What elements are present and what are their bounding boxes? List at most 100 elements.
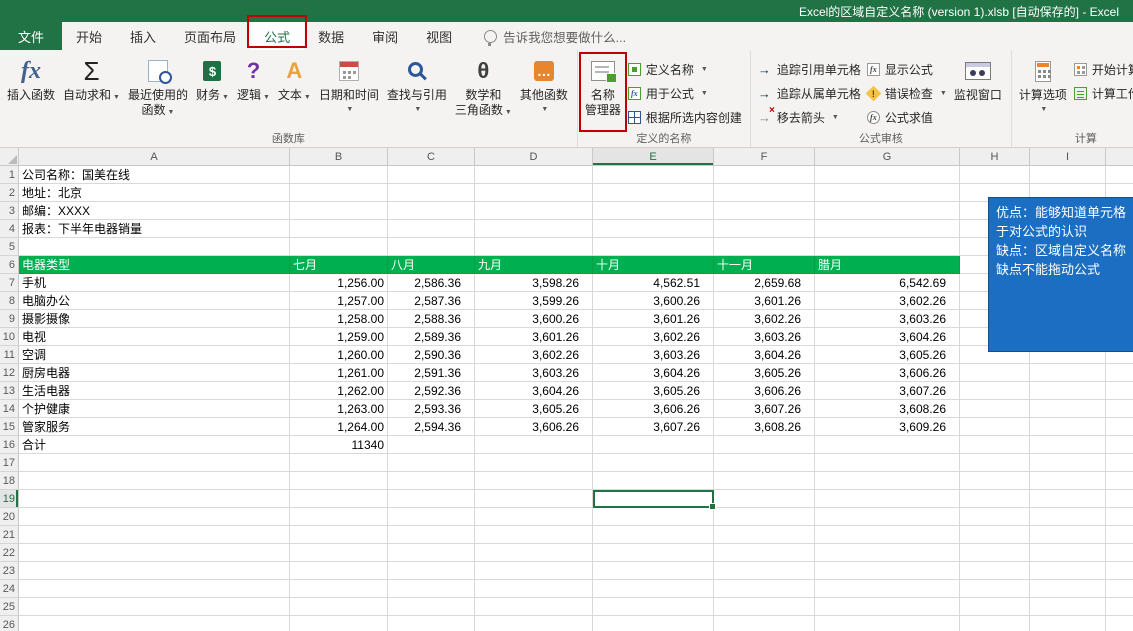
- cell-H16[interactable]: [960, 436, 1030, 454]
- row-header-20[interactable]: 20: [0, 508, 19, 526]
- cell-I17[interactable]: [1030, 454, 1106, 472]
- cell-E25[interactable]: [593, 598, 714, 616]
- cell-I18[interactable]: [1030, 472, 1106, 490]
- cell-I12[interactable]: [1030, 364, 1106, 382]
- cell-G12[interactable]: 3,606.26: [815, 364, 960, 382]
- cell-G17[interactable]: [815, 454, 960, 472]
- cell-C23[interactable]: [388, 562, 475, 580]
- cell-B26[interactable]: [290, 616, 388, 631]
- active-cell[interactable]: [593, 490, 716, 510]
- cell-D20[interactable]: [475, 508, 593, 526]
- row-header-3[interactable]: 3: [0, 202, 19, 220]
- cell-H26[interactable]: [960, 616, 1030, 631]
- cell-F9[interactable]: 3,602.26: [714, 310, 815, 328]
- cell-B2[interactable]: [290, 184, 388, 202]
- cell-G4[interactable]: [815, 220, 960, 238]
- cell-J22[interactable]: [1106, 544, 1133, 562]
- tab-插入[interactable]: 插入: [116, 22, 170, 50]
- cell-G25[interactable]: [815, 598, 960, 616]
- cell-J21[interactable]: [1106, 526, 1133, 544]
- cell-D13[interactable]: 3,604.26: [475, 382, 593, 400]
- cell-E7[interactable]: 4,562.51: [593, 274, 714, 292]
- cell-I26[interactable]: [1030, 616, 1106, 631]
- cell-B12[interactable]: 1,261.00: [290, 364, 388, 382]
- cell-F24[interactable]: [714, 580, 815, 598]
- cell-D18[interactable]: [475, 472, 593, 490]
- row-header-9[interactable]: 9: [0, 310, 19, 328]
- cell-F11[interactable]: 3,604.26: [714, 346, 815, 364]
- cell-A2[interactable]: 地址：北京: [19, 184, 290, 202]
- cell-J23[interactable]: [1106, 562, 1133, 580]
- cell-A8[interactable]: 电脑办公: [19, 292, 290, 310]
- cell-C1[interactable]: [388, 166, 475, 184]
- cell-J1[interactable]: [1106, 166, 1133, 184]
- cell-G5[interactable]: [815, 238, 960, 256]
- cell-F2[interactable]: [714, 184, 815, 202]
- cell-I15[interactable]: [1030, 418, 1106, 436]
- cell-A4[interactable]: 报表：下半年电器销量: [19, 220, 290, 238]
- cell-J17[interactable]: [1106, 454, 1133, 472]
- math-trig-button[interactable]: θ 数学和 三角函数 ▼: [451, 52, 516, 131]
- cell-G18[interactable]: [815, 472, 960, 490]
- cell-G13[interactable]: 3,607.26: [815, 382, 960, 400]
- cell-F26[interactable]: [714, 616, 815, 631]
- cell-D12[interactable]: 3,603.26: [475, 364, 593, 382]
- cell-A17[interactable]: [19, 454, 290, 472]
- cell-B8[interactable]: 1,257.00: [290, 292, 388, 310]
- cell-D15[interactable]: 3,606.26: [475, 418, 593, 436]
- cell-E18[interactable]: [593, 472, 714, 490]
- cell-H21[interactable]: [960, 526, 1030, 544]
- cell-I19[interactable]: [1030, 490, 1106, 508]
- row-header-15[interactable]: 15: [0, 418, 19, 436]
- cell-F25[interactable]: [714, 598, 815, 616]
- row-header-6[interactable]: 6: [0, 256, 19, 274]
- cell-D22[interactable]: [475, 544, 593, 562]
- cell-F8[interactable]: 3,601.26: [714, 292, 815, 310]
- cell-D26[interactable]: [475, 616, 593, 631]
- cell-B14[interactable]: 1,263.00: [290, 400, 388, 418]
- cell-B3[interactable]: [290, 202, 388, 220]
- cell-G21[interactable]: [815, 526, 960, 544]
- note-box[interactable]: 优点：能够知道单元格 于对公式的认识 缺点：区域自定义名称 缺点不能拖动公式: [988, 197, 1133, 352]
- cell-G19[interactable]: [815, 490, 960, 508]
- cell-C12[interactable]: 2,591.36: [388, 364, 475, 382]
- column-header-F[interactable]: F: [714, 148, 815, 166]
- cell-H22[interactable]: [960, 544, 1030, 562]
- row-header-25[interactable]: 25: [0, 598, 19, 616]
- cell-B25[interactable]: [290, 598, 388, 616]
- cell-C8[interactable]: 2,587.36: [388, 292, 475, 310]
- cell-D6[interactable]: 九月: [475, 256, 593, 274]
- cell-F5[interactable]: [714, 238, 815, 256]
- cell-J19[interactable]: [1106, 490, 1133, 508]
- cell-A18[interactable]: [19, 472, 290, 490]
- cell-E8[interactable]: 3,600.26: [593, 292, 714, 310]
- cell-J25[interactable]: [1106, 598, 1133, 616]
- trace-precedents-button[interactable]: → 追踪引用单元格: [757, 60, 861, 79]
- tab-公式[interactable]: 公式: [247, 15, 308, 50]
- cell-C19[interactable]: [388, 490, 475, 508]
- cell-B18[interactable]: [290, 472, 388, 490]
- cell-H23[interactable]: [960, 562, 1030, 580]
- cell-C15[interactable]: 2,594.36: [388, 418, 475, 436]
- row-header-26[interactable]: 26: [0, 616, 19, 631]
- cell-G26[interactable]: [815, 616, 960, 631]
- cell-I21[interactable]: [1030, 526, 1106, 544]
- cell-F18[interactable]: [714, 472, 815, 490]
- row-header-12[interactable]: 12: [0, 364, 19, 382]
- cell-C10[interactable]: 2,589.36: [388, 328, 475, 346]
- cell-A7[interactable]: 手机: [19, 274, 290, 292]
- cell-B9[interactable]: 1,258.00: [290, 310, 388, 328]
- cell-F23[interactable]: [714, 562, 815, 580]
- row-header-10[interactable]: 10: [0, 328, 19, 346]
- cell-E24[interactable]: [593, 580, 714, 598]
- cell-F6[interactable]: 十一月: [714, 256, 815, 274]
- cell-A26[interactable]: [19, 616, 290, 631]
- date-time-button[interactable]: 日期和时间 ▼: [315, 52, 383, 131]
- cell-C22[interactable]: [388, 544, 475, 562]
- row-header-8[interactable]: 8: [0, 292, 19, 310]
- tab-数据[interactable]: 数据: [304, 22, 358, 50]
- text-button[interactable]: A 文本 ▼: [274, 52, 315, 131]
- cell-J15[interactable]: [1106, 418, 1133, 436]
- cell-C21[interactable]: [388, 526, 475, 544]
- cell-B6[interactable]: 七月: [290, 256, 388, 274]
